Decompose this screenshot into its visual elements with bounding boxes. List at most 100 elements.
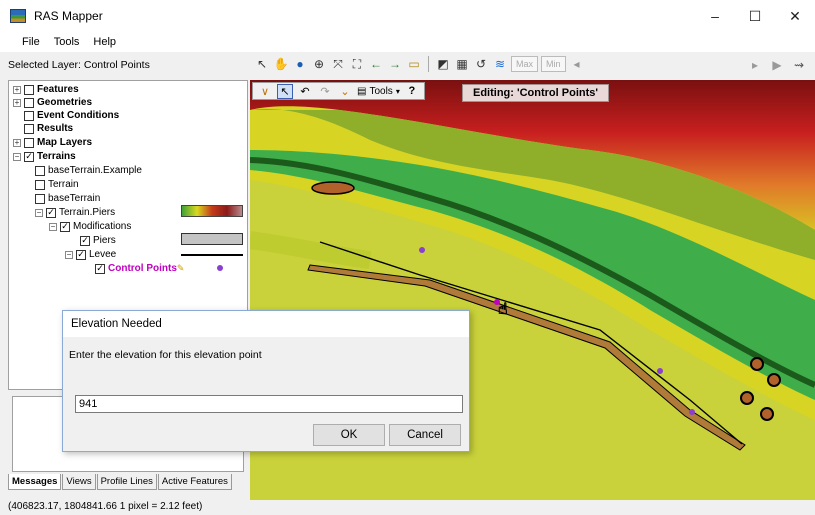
tree-item-terrain-piers[interactable]: − ✓ Terrain.Piers	[35, 206, 115, 219]
edit-toolbar: ∨ ↖ ↶ ↷ ⌄ ▤ Tools ▾ ?	[252, 82, 425, 100]
pier-circle	[740, 391, 754, 405]
water-level-icon[interactable]: ≋	[492, 56, 508, 72]
tab-active-features[interactable]: Active Features	[157, 474, 232, 490]
checkbox-checked[interactable]: ✓	[95, 263, 105, 274]
tab-profile-lines[interactable]: Profile Lines	[96, 474, 157, 490]
control-point-legend-dot	[217, 265, 223, 271]
full-extent-icon[interactable]: ⛶	[349, 56, 365, 72]
max-button[interactable]: Max	[511, 56, 539, 72]
hand-cursor-icon: ☝	[498, 299, 508, 318]
globe-icon[interactable]: ●	[292, 56, 308, 72]
pier-ellipse	[311, 181, 355, 195]
animation-icon[interactable]: ⇝	[791, 57, 807, 73]
checkbox[interactable]	[24, 84, 34, 95]
zoom-in-icon[interactable]: ⊕	[311, 56, 327, 72]
step-forward-icon[interactable]: ▸	[747, 57, 763, 73]
collapse-icon[interactable]: −	[65, 250, 73, 259]
piers-legend-swatch	[181, 233, 243, 245]
cancel-button[interactable]: Cancel	[389, 424, 461, 446]
grid-icon[interactable]: ▦	[454, 56, 470, 72]
tree-item-baseterrain-example[interactable]: baseTerrain.Example	[35, 164, 142, 177]
draw-polyline-icon[interactable]: ∨	[257, 85, 273, 98]
play-icon[interactable]: ▶	[769, 57, 785, 73]
pointer-icon[interactable]: ↖	[254, 56, 270, 72]
elevation-input[interactable]	[75, 395, 463, 413]
collapse-icon[interactable]: −	[35, 208, 43, 217]
undo-icon[interactable]: ↶	[297, 85, 313, 98]
tree-item-geometries[interactable]: + Geometries	[13, 96, 92, 109]
forward-arrow-icon[interactable]: →	[387, 56, 403, 72]
select-feature-icon[interactable]: ↖	[277, 83, 293, 99]
expand-icon[interactable]: +	[13, 138, 21, 147]
back-arrow-icon[interactable]: ←	[368, 56, 384, 72]
status-bar: (406823.17, 1804841.66 1 pixel = 2.12 fe…	[8, 501, 203, 512]
profile-icon[interactable]: ◩	[435, 56, 451, 72]
ras-mapper-app-icon	[10, 9, 26, 23]
control-point[interactable]	[657, 368, 663, 374]
menu-tools[interactable]: Tools	[54, 36, 80, 48]
menu-help[interactable]: Help	[93, 36, 116, 48]
checkbox-checked[interactable]: ✓	[76, 249, 86, 260]
pier-circle	[767, 373, 781, 387]
dialog-title: Elevation Needed	[63, 311, 469, 337]
minimize-button[interactable]: –	[695, 0, 735, 32]
chevron-down-icon: ▾	[395, 86, 400, 96]
toolbar-separator	[428, 56, 429, 72]
map-tool-icons: ↖ ✋ ● ⊕ ⤧ ⛶ ← → ▭ ◩ ▦ ↺ ≋ Max Min ◂	[254, 56, 585, 72]
checkbox[interactable]	[35, 179, 45, 190]
tree-item-event-conditions[interactable]: Event Conditions	[24, 109, 119, 122]
measure-icon[interactable]: ▭	[406, 56, 422, 72]
checkbox-checked[interactable]: ✓	[24, 151, 34, 162]
redo-icon[interactable]: ↷	[317, 85, 333, 98]
checkbox[interactable]	[35, 193, 45, 204]
menu-file[interactable]: File	[22, 36, 40, 48]
title-bar: RAS Mapper – ☐ ✕	[0, 0, 815, 32]
tree-item-piers[interactable]: ✓ Piers	[80, 234, 116, 247]
min-button[interactable]: Min	[541, 56, 566, 72]
window-title: RAS Mapper	[34, 9, 103, 23]
checkbox[interactable]	[35, 165, 45, 176]
menu-bar: File Tools Help	[0, 32, 815, 52]
tree-item-control-points[interactable]: ✓ Control Points ✎	[95, 262, 184, 275]
editing-layer-label: Editing: 'Control Points'	[462, 84, 609, 102]
ok-button[interactable]: OK	[313, 424, 385, 446]
curve-icon[interactable]: ↺	[473, 56, 489, 72]
collapse-icon[interactable]: −	[13, 152, 21, 161]
tree-item-features[interactable]: + Features	[13, 83, 79, 96]
collapse-icon[interactable]: −	[49, 222, 57, 231]
checkbox[interactable]	[24, 137, 34, 148]
toolbox-icon: ▤	[357, 85, 367, 97]
expand-icon[interactable]: +	[13, 98, 21, 107]
tools-dropdown[interactable]: ▤ Tools ▾	[357, 86, 400, 97]
control-point[interactable]	[419, 247, 425, 253]
tree-item-modifications[interactable]: − ✓ Modifications	[49, 220, 131, 233]
tab-messages[interactable]: Messages	[8, 474, 62, 490]
maximize-button[interactable]: ☐	[735, 0, 775, 32]
tree-item-terrain[interactable]: Terrain	[35, 178, 79, 191]
tree-item-levee[interactable]: − ✓ Levee	[65, 248, 116, 261]
expand-icon[interactable]: +	[13, 85, 21, 94]
tree-item-map-layers[interactable]: + Map Layers	[13, 136, 92, 149]
step-back-icon[interactable]: ◂	[569, 56, 585, 72]
checkbox-checked[interactable]: ✓	[80, 235, 90, 246]
checkbox[interactable]	[24, 123, 34, 134]
levee-legend-line	[181, 254, 243, 256]
control-point[interactable]	[689, 409, 695, 415]
close-button[interactable]: ✕	[775, 0, 815, 32]
selected-layer-label: Selected Layer: Control Points	[8, 59, 150, 71]
checkbox[interactable]	[24, 110, 34, 121]
checkbox[interactable]	[24, 97, 34, 108]
bottom-tab-strip: Messages Views Profile Lines Active Feat…	[8, 474, 233, 490]
help-button[interactable]: ?	[404, 85, 420, 97]
edit-pencil-icon: ✎	[176, 263, 185, 273]
pier-circle	[750, 357, 764, 371]
tree-item-results[interactable]: Results	[24, 122, 73, 135]
checkbox-checked[interactable]: ✓	[60, 221, 70, 232]
checkbox-checked[interactable]: ✓	[46, 207, 56, 218]
pan-hand-icon[interactable]: ✋	[273, 56, 289, 72]
edit-vertices-icon[interactable]: ⌄	[337, 85, 353, 98]
zoom-extent-icon[interactable]: ⤧	[330, 56, 346, 72]
tree-item-terrains[interactable]: − ✓ Terrains	[13, 150, 76, 163]
tree-item-baseterrain[interactable]: baseTerrain	[35, 192, 100, 205]
tab-views[interactable]: Views	[62, 474, 96, 490]
